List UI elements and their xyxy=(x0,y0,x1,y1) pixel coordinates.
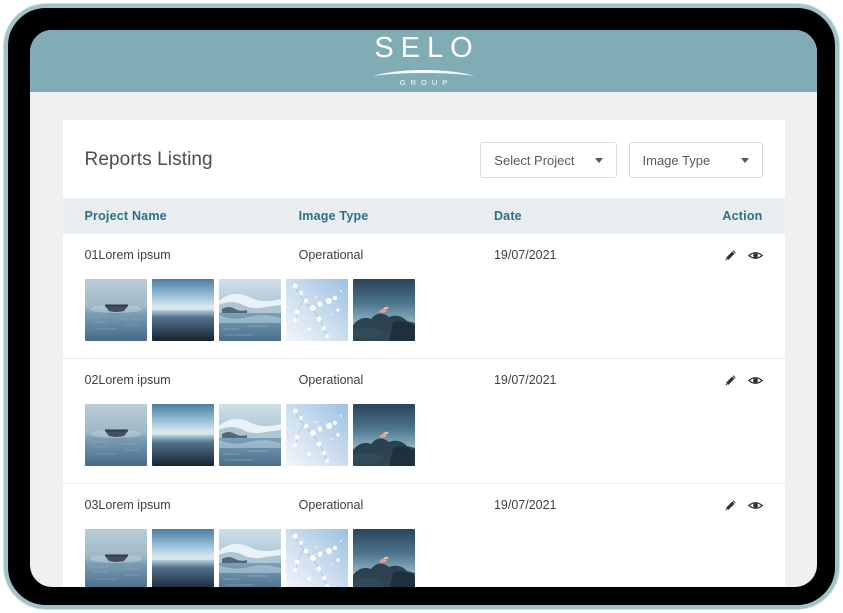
table-row: 01Lorem ipsum Operational 19/07/2021 xyxy=(62,234,785,359)
content-area: Reports Listing Select Project Image Typ… xyxy=(30,92,817,587)
cell-date: 19/07/2021 xyxy=(493,373,557,387)
table-row-summary: 03Lorem ipsum Operational 19/07/2021 xyxy=(85,484,763,522)
table-body: 01Lorem ipsum Operational 19/07/2021 02Lore… xyxy=(62,234,785,587)
chevron-down-icon xyxy=(740,157,749,163)
logo-tagline: GROUP xyxy=(399,77,453,87)
thumbnail-snowy-cliff-reflection[interactable] xyxy=(218,279,281,341)
thumbnail-boat-on-misty-water[interactable] xyxy=(84,279,147,341)
column-header-project-name: Project Name xyxy=(84,209,167,223)
thumbnail-strip xyxy=(84,522,763,587)
selo-group-logo: SELO GROUP xyxy=(367,31,480,87)
table-row: 02Lorem ipsum Operational 19/07/2021 xyxy=(62,359,785,484)
table-header-row: Project Name Image Type Date Action xyxy=(62,198,785,234)
thumbnail-white-blossom-branches[interactable] xyxy=(285,279,348,341)
cell-image-type: Operational xyxy=(298,248,364,262)
thumbnail-strip xyxy=(84,272,763,358)
column-header-date: Date xyxy=(493,209,522,223)
cell-image-type: Operational xyxy=(298,373,364,387)
cell-image-type: Operational xyxy=(298,498,364,512)
device-screen: SELO GROUP Reports Listing Select Projec… xyxy=(30,30,817,587)
table-row-summary: 02Lorem ipsum Operational 19/07/2021 xyxy=(85,359,763,397)
cell-actions xyxy=(678,374,763,387)
select-project-label: Select Project xyxy=(494,152,575,168)
cell-date: 19/07/2021 xyxy=(493,248,557,262)
cell-actions xyxy=(678,499,763,512)
thumbnail-boat-on-misty-water[interactable] xyxy=(84,529,147,587)
chevron-down-icon xyxy=(594,157,603,163)
edit-icon[interactable] xyxy=(724,374,737,387)
edit-icon[interactable] xyxy=(724,499,737,512)
thumbnail-snowy-cliff-reflection[interactable] xyxy=(218,404,281,466)
column-header-action: Action xyxy=(722,209,763,223)
view-icon[interactable] xyxy=(747,374,763,387)
edit-icon[interactable] xyxy=(724,249,737,262)
image-type-label: Image Type xyxy=(642,152,711,168)
brand-header: SELO GROUP xyxy=(30,30,817,92)
cell-actions xyxy=(678,249,763,262)
device-frame: SELO GROUP Reports Listing Select Projec… xyxy=(4,4,839,609)
page-title: Reports Listing xyxy=(84,149,213,170)
thumbnail-blue-horizon-gradient[interactable] xyxy=(151,279,214,341)
reports-card: Reports Listing Select Project Image Typ… xyxy=(62,120,785,587)
thumbnail-snowy-cliff-reflection[interactable] xyxy=(218,529,281,587)
select-project-dropdown[interactable]: Select Project xyxy=(480,142,617,178)
logo-swoosh-icon xyxy=(372,69,475,76)
thumbnail-dark-mountain-pink-clouds[interactable] xyxy=(352,279,415,341)
thumbnail-white-blossom-branches[interactable] xyxy=(285,529,348,587)
cell-project-name: 02Lorem ipsum xyxy=(84,373,171,387)
thumbnail-blue-horizon-gradient[interactable] xyxy=(151,529,214,587)
thumbnail-blue-horizon-gradient[interactable] xyxy=(151,404,214,466)
logo-wordmark: SELO xyxy=(374,31,480,64)
image-type-dropdown[interactable]: Image Type xyxy=(628,142,763,178)
card-toolbar: Reports Listing Select Project Image Typ… xyxy=(63,120,785,198)
cell-project-name: 03Lorem ipsum xyxy=(84,498,171,512)
filter-group: Select Project Image Type xyxy=(480,142,763,178)
table-row: 03Lorem ipsum Operational 19/07/2021 xyxy=(63,484,785,587)
view-icon[interactable] xyxy=(747,499,763,512)
thumbnail-strip xyxy=(84,397,763,483)
cell-project-name: 01Lorem ipsum xyxy=(84,248,171,262)
column-header-image-type: Image Type xyxy=(298,209,369,223)
reports-table: Project Name Image Type Date Action 01Lo… xyxy=(62,198,785,587)
table-row-summary: 01Lorem ipsum Operational 19/07/2021 xyxy=(85,234,763,272)
thumbnail-dark-mountain-pink-clouds[interactable] xyxy=(352,404,415,466)
thumbnail-white-blossom-branches[interactable] xyxy=(285,404,348,466)
view-icon[interactable] xyxy=(747,249,763,262)
thumbnail-dark-mountain-pink-clouds[interactable] xyxy=(352,529,415,587)
thumbnail-boat-on-misty-water[interactable] xyxy=(84,404,147,466)
cell-date: 19/07/2021 xyxy=(493,498,557,512)
